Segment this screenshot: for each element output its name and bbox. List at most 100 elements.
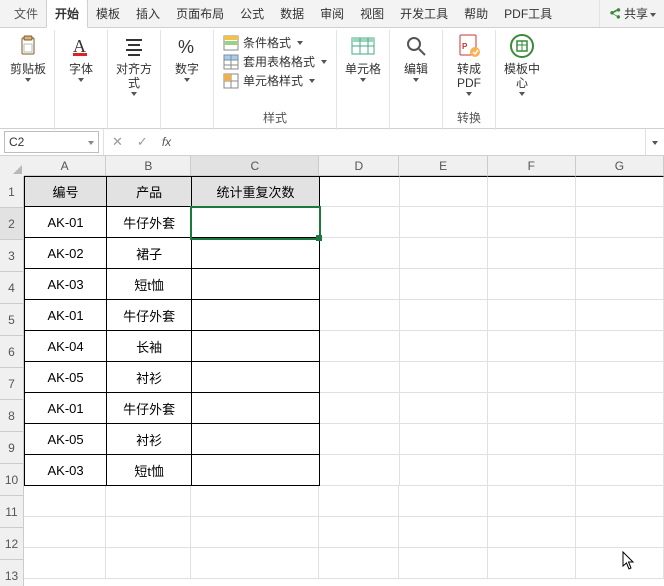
cell-F3[interactable] bbox=[488, 238, 576, 269]
formula-bar-expand[interactable] bbox=[645, 129, 664, 155]
cell-E3[interactable] bbox=[400, 238, 488, 269]
tab-view[interactable]: 视图 bbox=[352, 0, 392, 27]
row-header-11[interactable]: 11 bbox=[0, 496, 24, 528]
cell-B3[interactable]: 裙子 bbox=[107, 238, 192, 269]
cell-F11[interactable] bbox=[488, 486, 576, 517]
table-format-button[interactable]: 套用表格格式 bbox=[223, 53, 327, 70]
column-header-E[interactable]: E bbox=[399, 156, 487, 176]
cell-G9[interactable] bbox=[576, 424, 664, 455]
row-header-12[interactable]: 12 bbox=[0, 528, 24, 560]
cell-A12[interactable] bbox=[24, 517, 106, 548]
cell-F10[interactable] bbox=[488, 455, 576, 486]
cells-area[interactable]: 编号产品统计重复次数AK-01牛仔外套AK-02裙子AK-03短t恤AK-01牛… bbox=[24, 176, 664, 586]
cell-E13[interactable] bbox=[399, 548, 487, 579]
cell-G6[interactable] bbox=[576, 331, 664, 362]
number-button[interactable]: % 数字 bbox=[167, 32, 207, 82]
share-button[interactable]: 共享 bbox=[599, 0, 664, 27]
cell-D1[interactable] bbox=[320, 176, 400, 207]
cell-F2[interactable] bbox=[488, 207, 576, 238]
cell-F4[interactable] bbox=[488, 269, 576, 300]
tab-review[interactable]: 审阅 bbox=[312, 0, 352, 27]
tab-pdf[interactable]: PDF工具 bbox=[496, 0, 560, 27]
cell-E6[interactable] bbox=[400, 331, 488, 362]
column-header-G[interactable]: G bbox=[576, 156, 664, 176]
cell-E4[interactable] bbox=[400, 269, 488, 300]
tab-template[interactable]: 模板 bbox=[88, 0, 128, 27]
cell-A13[interactable] bbox=[24, 548, 106, 579]
align-button[interactable]: 对齐方式 bbox=[114, 32, 154, 96]
cell-C3[interactable] bbox=[192, 238, 320, 269]
row-header-8[interactable]: 8 bbox=[0, 400, 24, 432]
cell-B6[interactable]: 长袖 bbox=[107, 331, 192, 362]
row-header-4[interactable]: 4 bbox=[0, 272, 24, 304]
cell-B7[interactable]: 衬衫 bbox=[107, 362, 192, 393]
cell-A11[interactable] bbox=[24, 486, 106, 517]
cell-F13[interactable] bbox=[488, 548, 576, 579]
cell-D9[interactable] bbox=[320, 424, 400, 455]
cell-G11[interactable] bbox=[576, 486, 664, 517]
cell-A8[interactable]: AK-01 bbox=[24, 393, 107, 424]
column-header-C[interactable]: C bbox=[191, 156, 319, 176]
cell-F6[interactable] bbox=[488, 331, 576, 362]
confirm-icon[interactable]: ✓ bbox=[137, 134, 148, 150]
cell-E5[interactable] bbox=[400, 300, 488, 331]
cell-C4[interactable] bbox=[192, 269, 320, 300]
edit-button[interactable]: 编辑 bbox=[396, 32, 436, 82]
cell-A7[interactable]: AK-05 bbox=[24, 362, 107, 393]
cell-F1[interactable] bbox=[488, 176, 576, 207]
cell-D13[interactable] bbox=[319, 548, 399, 579]
row-header-10[interactable]: 10 bbox=[0, 464, 24, 496]
cell-F9[interactable] bbox=[488, 424, 576, 455]
formula-input[interactable] bbox=[179, 132, 645, 152]
cell-C8[interactable] bbox=[192, 393, 320, 424]
cell-A2[interactable]: AK-01 bbox=[24, 207, 107, 238]
row-header-3[interactable]: 3 bbox=[0, 240, 24, 272]
cell-C11[interactable] bbox=[191, 486, 319, 517]
row-header-7[interactable]: 7 bbox=[0, 368, 24, 400]
cell-G10[interactable] bbox=[576, 455, 664, 486]
cell-F5[interactable] bbox=[488, 300, 576, 331]
cell-D2[interactable] bbox=[320, 207, 400, 238]
row-header-13[interactable]: 13 bbox=[0, 560, 24, 586]
cell-A5[interactable]: AK-01 bbox=[24, 300, 107, 331]
cell-C9[interactable] bbox=[192, 424, 320, 455]
cell-B12[interactable] bbox=[106, 517, 191, 548]
cell-B5[interactable]: 牛仔外套 bbox=[107, 300, 192, 331]
cell-E2[interactable] bbox=[400, 207, 488, 238]
pdf-convert-button[interactable]: P 转成PDF bbox=[449, 32, 489, 96]
cell-D12[interactable] bbox=[319, 517, 399, 548]
cell-G7[interactable] bbox=[576, 362, 664, 393]
cell-A4[interactable]: AK-03 bbox=[24, 269, 107, 300]
column-header-D[interactable]: D bbox=[319, 156, 399, 176]
row-header-2[interactable]: 2 bbox=[0, 208, 24, 240]
cell-D4[interactable] bbox=[320, 269, 400, 300]
row-header-6[interactable]: 6 bbox=[0, 336, 24, 368]
tab-devtools[interactable]: 开发工具 bbox=[392, 0, 456, 27]
cell-E9[interactable] bbox=[400, 424, 488, 455]
cell-E8[interactable] bbox=[400, 393, 488, 424]
cell-C7[interactable] bbox=[192, 362, 320, 393]
column-header-B[interactable]: B bbox=[106, 156, 191, 176]
cell-F12[interactable] bbox=[488, 517, 576, 548]
cell-D11[interactable] bbox=[319, 486, 399, 517]
cell-G13[interactable] bbox=[576, 548, 664, 579]
cell-F7[interactable] bbox=[488, 362, 576, 393]
cell-E10[interactable] bbox=[400, 455, 488, 486]
cell-B9[interactable]: 衬衫 bbox=[107, 424, 192, 455]
font-button[interactable]: A 字体 bbox=[61, 32, 101, 82]
cell-B11[interactable] bbox=[106, 486, 191, 517]
cell-C12[interactable] bbox=[191, 517, 319, 548]
cell-A10[interactable]: AK-03 bbox=[24, 455, 107, 486]
cell-B8[interactable]: 牛仔外套 bbox=[107, 393, 192, 424]
tab-help[interactable]: 帮助 bbox=[456, 0, 496, 27]
cell-A3[interactable]: AK-02 bbox=[24, 238, 107, 269]
cell-A6[interactable]: AK-04 bbox=[24, 331, 107, 362]
cell-G3[interactable] bbox=[576, 238, 664, 269]
cell-D10[interactable] bbox=[320, 455, 400, 486]
cell-B1[interactable]: 产品 bbox=[107, 176, 192, 207]
cell-E1[interactable] bbox=[400, 176, 488, 207]
cell-G2[interactable] bbox=[576, 207, 664, 238]
column-header-A[interactable]: A bbox=[24, 156, 106, 176]
row-header-5[interactable]: 5 bbox=[0, 304, 24, 336]
cell-C5[interactable] bbox=[192, 300, 320, 331]
